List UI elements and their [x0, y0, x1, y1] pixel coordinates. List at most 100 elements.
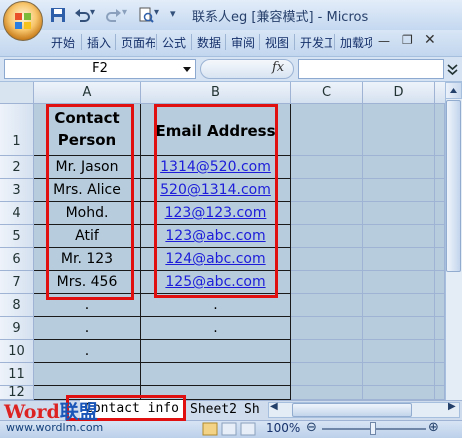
cell-c1[interactable]: [291, 104, 363, 156]
cell-e12[interactable]: [435, 386, 445, 400]
cell-b1[interactable]: Email Address: [141, 104, 291, 156]
cell-d7[interactable]: [363, 271, 435, 294]
cell-b9[interactable]: .: [141, 317, 291, 340]
tab-page-layout[interactable]: 页面布: [121, 34, 155, 51]
column-header-b[interactable]: B: [141, 82, 291, 104]
cell-a11[interactable]: [34, 363, 141, 386]
row-header-10[interactable]: 10: [0, 340, 34, 363]
cell-a3[interactable]: Mrs. Alice: [34, 179, 141, 202]
insert-function-button[interactable]: fx: [272, 60, 284, 75]
expand-formula-bar-icon[interactable]: [445, 59, 460, 79]
column-header-a[interactable]: A: [34, 82, 141, 104]
cell-e3[interactable]: [435, 179, 445, 202]
cell-d5[interactable]: [363, 225, 435, 248]
minimize-button[interactable]: —: [378, 34, 390, 48]
cell-a6[interactable]: Mr. 123: [34, 248, 141, 271]
undo-icon[interactable]: [74, 7, 90, 23]
cell-b10[interactable]: [141, 340, 291, 363]
undo-dropdown-icon[interactable]: ▾: [90, 7, 106, 23]
formula-input[interactable]: [298, 59, 444, 79]
zoom-level[interactable]: 100%: [266, 421, 300, 435]
print-preview-icon[interactable]: [138, 7, 154, 23]
row-header-7[interactable]: 7: [0, 271, 34, 294]
cell-b6[interactable]: 124@abc.com: [141, 248, 291, 271]
tab-view[interactable]: 视图: [265, 34, 289, 51]
cell-a9[interactable]: .: [34, 317, 141, 340]
cell-c9[interactable]: [291, 317, 363, 340]
redo-icon[interactable]: [106, 7, 122, 23]
cell-a5[interactable]: Atif: [34, 225, 141, 248]
row-header-5[interactable]: 5: [0, 225, 34, 248]
cell-d8[interactable]: [363, 294, 435, 317]
cell-a2[interactable]: Mr. Jason: [34, 156, 141, 179]
cell-b11[interactable]: [141, 363, 291, 386]
cell-d1[interactable]: [363, 104, 435, 156]
office-button[interactable]: [3, 1, 43, 41]
scroll-left-icon[interactable]: ◀: [270, 401, 278, 412]
cell-e1[interactable]: [435, 104, 445, 156]
tab-insert[interactable]: 插入: [87, 34, 111, 51]
column-header-e-partial[interactable]: [435, 82, 445, 104]
tab-developer[interactable]: 开发工: [300, 34, 332, 51]
row-header-9[interactable]: 9: [0, 317, 34, 340]
cell-c10[interactable]: [291, 340, 363, 363]
sheet-tab-sheet2[interactable]: Sheet2: [190, 401, 244, 419]
tab-formulas[interactable]: 公式: [162, 34, 186, 51]
save-icon[interactable]: [50, 7, 66, 23]
cell-c12[interactable]: [291, 386, 363, 400]
cell-d3[interactable]: [363, 179, 435, 202]
tab-data[interactable]: 数据: [197, 34, 221, 51]
row-header-1[interactable]: 1: [0, 104, 34, 156]
cell-e4[interactable]: [435, 202, 445, 225]
cell-d4[interactable]: [363, 202, 435, 225]
zoom-in-icon[interactable]: ⊕: [428, 420, 439, 435]
cell-d10[interactable]: [363, 340, 435, 363]
print-dropdown-icon[interactable]: ▾: [154, 7, 170, 23]
cell-e2[interactable]: [435, 156, 445, 179]
horizontal-scroll-thumb[interactable]: [292, 403, 412, 417]
cell-c7[interactable]: [291, 271, 363, 294]
cell-d11[interactable]: [363, 363, 435, 386]
cell-e8[interactable]: [435, 294, 445, 317]
name-box[interactable]: F2: [4, 59, 196, 79]
tab-home[interactable]: 开始: [51, 34, 75, 51]
restore-window-icon[interactable]: ❐: [402, 33, 413, 47]
cell-b5[interactable]: 123@abc.com: [141, 225, 291, 248]
close-window-icon[interactable]: ✕: [424, 32, 436, 48]
row-header-11[interactable]: 11: [0, 363, 34, 386]
sheet-tab-sheet3-partial[interactable]: Sh: [244, 401, 264, 419]
cell-e11[interactable]: [435, 363, 445, 386]
cell-e5[interactable]: [435, 225, 445, 248]
row-header-8[interactable]: 8: [0, 294, 34, 317]
cell-d2[interactable]: [363, 156, 435, 179]
redo-dropdown-icon[interactable]: ▾: [122, 7, 138, 23]
cell-e7[interactable]: [435, 271, 445, 294]
select-all-corner[interactable]: [0, 82, 34, 104]
cell-b2[interactable]: 1314@520.com: [141, 156, 291, 179]
cell-e10[interactable]: [435, 340, 445, 363]
name-box-dropdown-icon[interactable]: [178, 59, 196, 79]
cell-d12[interactable]: [363, 386, 435, 400]
cell-a7[interactable]: Mrs. 456: [34, 271, 141, 294]
cell-b8[interactable]: .: [141, 294, 291, 317]
row-header-2[interactable]: 2: [0, 156, 34, 179]
customize-qat-icon[interactable]: ▾: [170, 7, 186, 23]
row-header-4[interactable]: 4: [0, 202, 34, 225]
cell-a1[interactable]: Contact Person: [34, 104, 141, 156]
row-header-6[interactable]: 6: [0, 248, 34, 271]
cell-e9[interactable]: [435, 317, 445, 340]
cell-b7[interactable]: 125@abc.com: [141, 271, 291, 294]
tab-add-ins[interactable]: 加载项: [340, 34, 372, 51]
cell-a10[interactable]: .: [34, 340, 141, 363]
cell-b4[interactable]: 123@123.com: [141, 202, 291, 225]
cell-a4[interactable]: Mohd.: [34, 202, 141, 225]
scroll-right-icon[interactable]: ▶: [448, 401, 456, 412]
cell-c5[interactable]: [291, 225, 363, 248]
column-header-d[interactable]: D: [363, 82, 435, 104]
row-header-3[interactable]: 3: [0, 179, 34, 202]
cell-b3[interactable]: 520@1314.com: [141, 179, 291, 202]
scroll-up-button[interactable]: [445, 82, 462, 99]
cell-c3[interactable]: [291, 179, 363, 202]
zoom-out-icon[interactable]: ⊖: [306, 420, 317, 435]
cell-c2[interactable]: [291, 156, 363, 179]
